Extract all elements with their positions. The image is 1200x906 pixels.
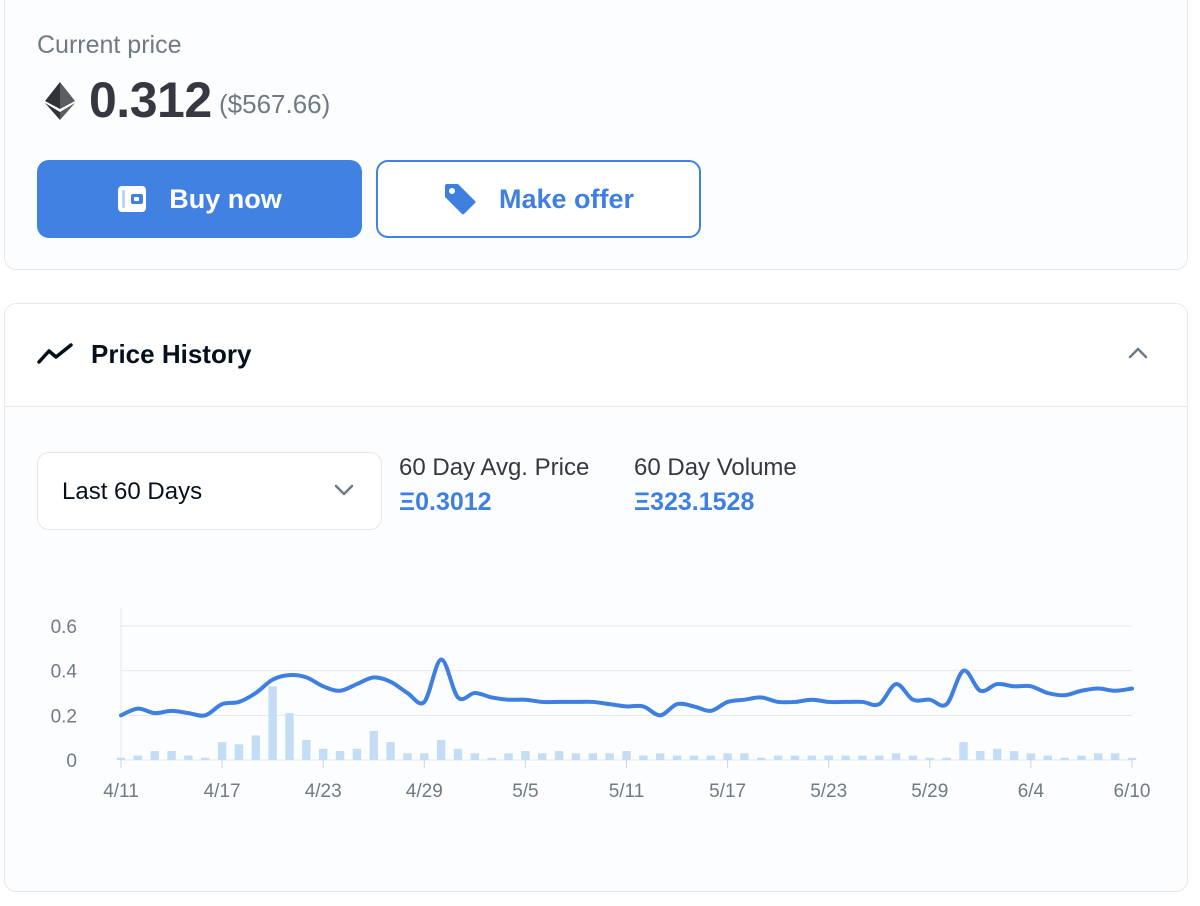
volume-bar	[571, 753, 581, 760]
volume-bar	[891, 753, 901, 760]
x-tick-label: 4/17	[204, 781, 241, 802]
x-tick-label: 4/23	[305, 781, 342, 802]
volume-bar	[352, 748, 362, 760]
volume-bar	[184, 755, 193, 760]
make-offer-label: Make offer	[498, 183, 635, 214]
price-usd: ($567.66)	[219, 89, 331, 119]
volume-bar	[521, 751, 530, 760]
volume-bar	[1077, 755, 1086, 760]
buy-now-button[interactable]: Buy now	[37, 160, 362, 238]
volume-bar	[251, 735, 261, 760]
tag-icon	[444, 184, 476, 215]
x-tick-label: 4/29	[406, 781, 443, 802]
wallet-icon	[118, 186, 147, 212]
volume-bar	[335, 751, 345, 760]
volume-bar	[453, 748, 463, 760]
volume-bar	[1060, 757, 1069, 760]
buy-now-label: Buy now	[169, 183, 282, 214]
volume-bar	[925, 757, 935, 760]
volume-bar	[234, 744, 244, 760]
x-tick-label: 5/17	[709, 781, 746, 802]
volume-bar	[403, 753, 412, 760]
volume-bar	[504, 753, 513, 760]
volume-bar	[740, 753, 749, 760]
volume-bar	[318, 748, 328, 760]
make-offer-button[interactable]: Make offer	[376, 160, 701, 238]
volume-bar	[436, 739, 446, 760]
volume-bar	[302, 739, 311, 760]
volume-bar	[757, 757, 766, 760]
volume-bar	[1043, 755, 1052, 760]
volume-bar	[773, 755, 783, 760]
volume-bar	[672, 755, 682, 760]
volume-bar	[554, 751, 564, 760]
volume-bar	[588, 753, 598, 760]
volume-bar	[942, 757, 951, 760]
volume-bar	[807, 755, 817, 760]
volume-bar	[790, 755, 800, 760]
volume-bar	[1009, 751, 1019, 760]
volume-bar	[639, 755, 648, 760]
volume-bar	[487, 757, 496, 760]
volume-bar	[908, 755, 918, 760]
volume-bar	[116, 757, 126, 760]
x-tick-label: 6/4	[1018, 781, 1045, 802]
volume-bar	[875, 755, 884, 760]
volume-bar	[285, 713, 294, 760]
volume-bar	[655, 753, 665, 760]
x-tick-label: 5/29	[911, 781, 948, 802]
volume-bar	[992, 748, 1002, 760]
volume-bar	[268, 686, 277, 760]
volume-bar	[538, 753, 547, 760]
volume-bar	[976, 751, 985, 760]
volume-bar	[706, 755, 715, 760]
volume-bar	[841, 755, 850, 760]
y-tick-label: 0.2	[51, 706, 77, 727]
volume-bar	[470, 753, 480, 760]
volume-bar	[201, 757, 210, 760]
volume-bar	[622, 751, 631, 760]
volume-bar	[605, 753, 614, 760]
volume-bar	[133, 755, 143, 760]
eth-icon	[45, 82, 75, 120]
volume-bar	[420, 753, 429, 760]
y-tick-label: 0.6	[51, 617, 77, 638]
volume-bar	[689, 755, 699, 760]
volume-bar	[858, 755, 867, 760]
current-price-label: Current price	[37, 31, 182, 59]
volume-bar	[1094, 753, 1103, 760]
price-history-chart: 0 0.2 0.4 0.6 4/11 4/17 4/23 4/29 5/5 5/11 5/17 5/2…	[51, 608, 1151, 802]
x-tick-label: 5/23	[810, 781, 847, 802]
y-tick-label: 0.4	[51, 662, 78, 683]
volume-bar	[1127, 757, 1137, 760]
x-tick-label: 4/11	[103, 781, 139, 802]
volume-bar	[217, 742, 227, 760]
volume-bar	[959, 742, 968, 760]
x-tick-label: 6/10	[1114, 781, 1151, 802]
volume-bar	[1110, 753, 1120, 760]
volume-bar	[369, 730, 378, 760]
x-tick-label: 5/5	[512, 781, 538, 802]
volume-bar	[723, 753, 732, 760]
price-card: Current price 0.312 ($567.66) Buy now Ma…	[4, 0, 1188, 270]
volume-bar	[167, 751, 176, 760]
x-tick-label: 5/11	[609, 781, 645, 802]
volume-bar	[150, 751, 159, 760]
volume-bar	[386, 742, 395, 760]
price-value: 0.312	[89, 72, 212, 128]
volume-bar	[1026, 753, 1036, 760]
price-history-card: Price History Last 60 Days 60 Day Avg. P…	[4, 303, 1188, 892]
volume-bar	[824, 755, 833, 760]
y-tick-label: 0	[66, 751, 77, 772]
